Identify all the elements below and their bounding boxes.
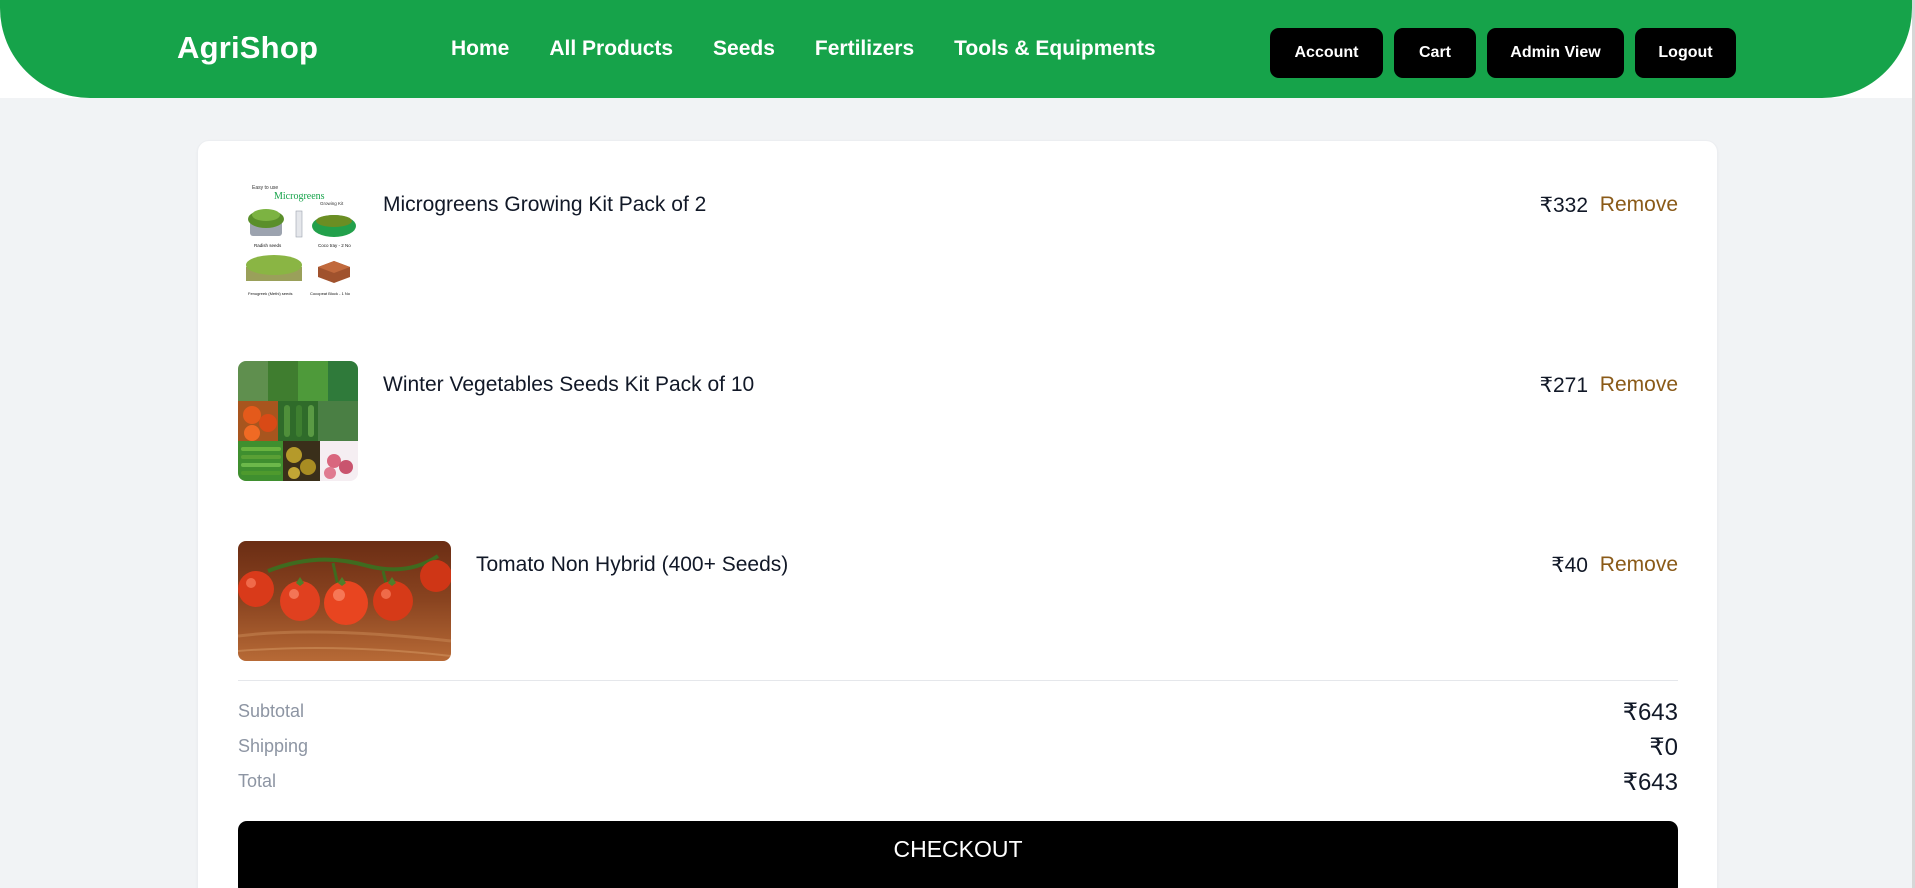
subtotal-value: ₹643 — [1622, 699, 1678, 726]
image-label-radish: Radish seeds — [254, 243, 282, 248]
cart-item: Winter Vegetables Seeds Kit Pack of 10 ₹… — [238, 361, 1678, 481]
cart-item: Easy to use Microgreens Growing Kit Radi… — [238, 181, 1678, 301]
nav-links: Home All Products Seeds Fertilizers Tool… — [451, 37, 1156, 61]
nav-link-fertilizers[interactable]: Fertilizers — [815, 37, 914, 61]
subtotal-row: Subtotal ₹643 — [238, 699, 1678, 731]
item-name: Tomato Non Hybrid (400+ Seeds) — [476, 553, 789, 576]
shipping-row: Shipping ₹0 — [238, 734, 1678, 766]
cart-button[interactable]: Cart — [1394, 28, 1476, 78]
item-price: ₹40 — [1551, 554, 1588, 577]
total-row: Total ₹643 — [238, 769, 1678, 801]
summary-divider — [238, 680, 1678, 681]
winter-vegetables-image — [238, 361, 358, 481]
shipping-value: ₹0 — [1649, 734, 1678, 761]
image-caption-title: Microgreens — [274, 191, 325, 202]
remove-button[interactable]: Remove — [1600, 193, 1678, 217]
nav-link-home[interactable]: Home — [451, 37, 509, 61]
logout-button[interactable]: Logout — [1635, 28, 1736, 78]
image-label-fenugreek: Fenugreek (Methi) seeds — [248, 291, 292, 296]
total-label: Total — [238, 771, 277, 791]
admin-view-button[interactable]: Admin View — [1487, 28, 1624, 78]
navbar: AgriShop Home All Products Seeds Fertili… — [0, 0, 1912, 98]
brand-logo[interactable]: AgriShop — [177, 30, 318, 66]
checkout-button[interactable]: CHECKOUT — [238, 821, 1678, 888]
item-name: Winter Vegetables Seeds Kit Pack of 10 — [383, 373, 755, 396]
account-button[interactable]: Account — [1270, 28, 1383, 78]
nav-link-all-products[interactable]: All Products — [549, 37, 673, 61]
item-name: Microgreens Growing Kit Pack of 2 — [383, 193, 707, 216]
item-price: ₹271 — [1539, 374, 1588, 397]
image-label-coco-tray: Coco tray - 2 No — [318, 243, 351, 248]
subtotal-label: Subtotal — [238, 701, 305, 721]
microgreens-kit-image: Easy to use Microgreens Growing Kit Radi… — [238, 181, 358, 301]
total-value: ₹643 — [1622, 769, 1678, 796]
tomato-image — [238, 541, 451, 661]
cart-item: Tomato Non Hybrid (400+ Seeds) ₹40 Remov… — [238, 541, 1678, 661]
remove-button[interactable]: Remove — [1600, 553, 1678, 577]
image-caption-subtitle: Growing Kit — [320, 201, 344, 206]
shipping-label: Shipping — [238, 736, 309, 756]
nav-buttons: Account Cart Admin View Logout — [1270, 28, 1736, 78]
navbar-backdrop: AgriShop Home All Products Seeds Fertili… — [0, 0, 1915, 98]
remove-button[interactable]: Remove — [1600, 373, 1678, 397]
cart-card: Easy to use Microgreens Growing Kit Radi… — [197, 140, 1718, 888]
item-price: ₹332 — [1539, 194, 1588, 217]
nav-link-seeds[interactable]: Seeds — [713, 37, 775, 61]
image-label-cocopeat: Cocopeat Block - 1 No — [310, 291, 351, 296]
nav-link-tools[interactable]: Tools & Equipments — [954, 37, 1155, 61]
